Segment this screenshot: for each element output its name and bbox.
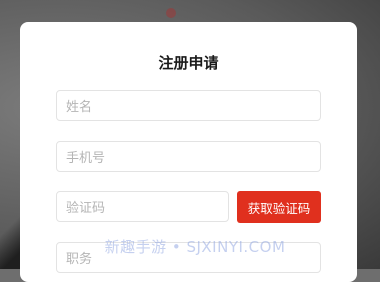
form-title: 注册申请 [158, 54, 219, 72]
phone-placeholder: 手机号 [66, 151, 106, 166]
watermark-text: 新趣手游 • SJXINYI.COM [104, 238, 286, 256]
get-code-button[interactable]: 获取验证码 [237, 191, 321, 223]
name-input[interactable]: 姓名 [56, 90, 321, 121]
phone-input[interactable]: 手机号 [56, 141, 321, 172]
name-placeholder: 姓名 [66, 100, 93, 115]
background-decoration [166, 8, 176, 18]
verification-code-input[interactable]: 验证码 [56, 191, 229, 222]
code-placeholder: 验证码 [66, 201, 106, 216]
